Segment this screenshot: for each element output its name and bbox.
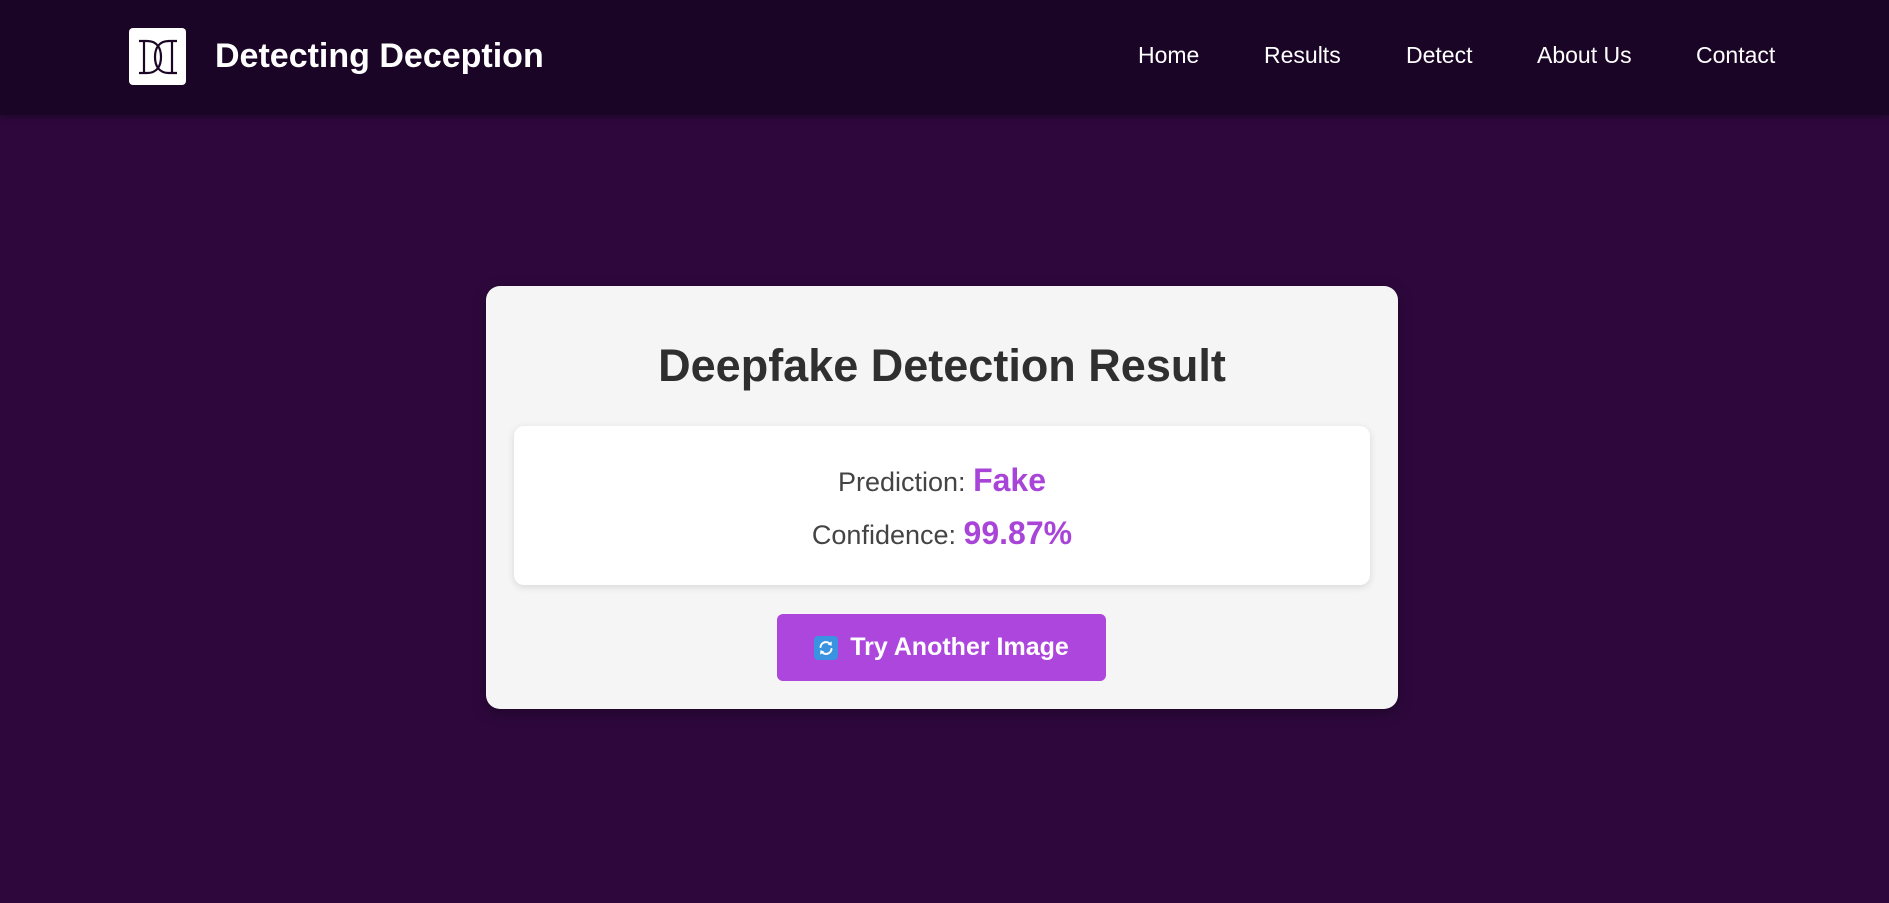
confidence-label: Confidence:	[811, 520, 957, 550]
confidence-row: Confidence: 99.87%	[514, 515, 1370, 553]
result-title: Deepfake Detection Result	[658, 340, 1226, 391]
nav-link-home[interactable]: Home	[1138, 40, 1199, 70]
prediction-value: Fake	[973, 462, 1047, 498]
prediction-label: Prediction:	[837, 467, 966, 497]
nav-link-contact[interactable]: Contact	[1696, 40, 1775, 70]
result-card: Deepfake Detection Result Prediction: Fa…	[486, 286, 1398, 709]
try-another-image-button[interactable]: Try Another Image	[777, 614, 1106, 681]
refresh-icon	[814, 635, 839, 660]
main-nav: Home Results Detect About Us Contact	[0, 40, 1889, 70]
result-details: Prediction: Fake Confidence: 99.87%	[514, 426, 1370, 585]
confidence-value: 99.87%	[963, 515, 1073, 551]
nav-link-about-us[interactable]: About Us	[1537, 40, 1632, 70]
top-navbar: Detecting Deception Home Results Detect …	[0, 0, 1889, 115]
prediction-row: Prediction: Fake	[514, 462, 1370, 500]
nav-link-detect[interactable]: Detect	[1406, 40, 1472, 70]
try-another-image-label: Try Another Image	[850, 633, 1069, 661]
nav-link-results[interactable]: Results	[1264, 40, 1341, 70]
